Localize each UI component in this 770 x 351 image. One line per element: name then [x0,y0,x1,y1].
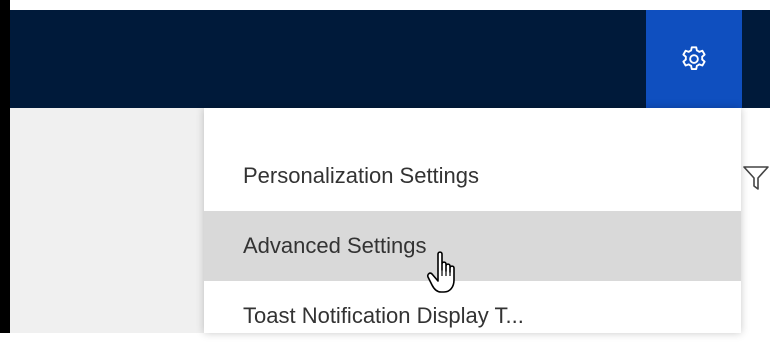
menu-item-personalization-settings[interactable]: Personalization Settings [204,141,741,211]
menu-item-advanced-settings[interactable]: Advanced Settings [204,211,741,281]
filter-icon[interactable] [742,164,770,192]
window-edge [0,0,10,333]
settings-button[interactable] [646,10,742,108]
left-panel [10,108,204,333]
settings-dropdown-menu: Personalization Settings Advanced Settin… [204,108,741,333]
gear-icon [682,46,706,70]
menu-item-toast-notification-display[interactable]: Toast Notification Display T... [204,281,741,351]
app-window: Personalization Settings Advanced Settin… [0,0,770,333]
